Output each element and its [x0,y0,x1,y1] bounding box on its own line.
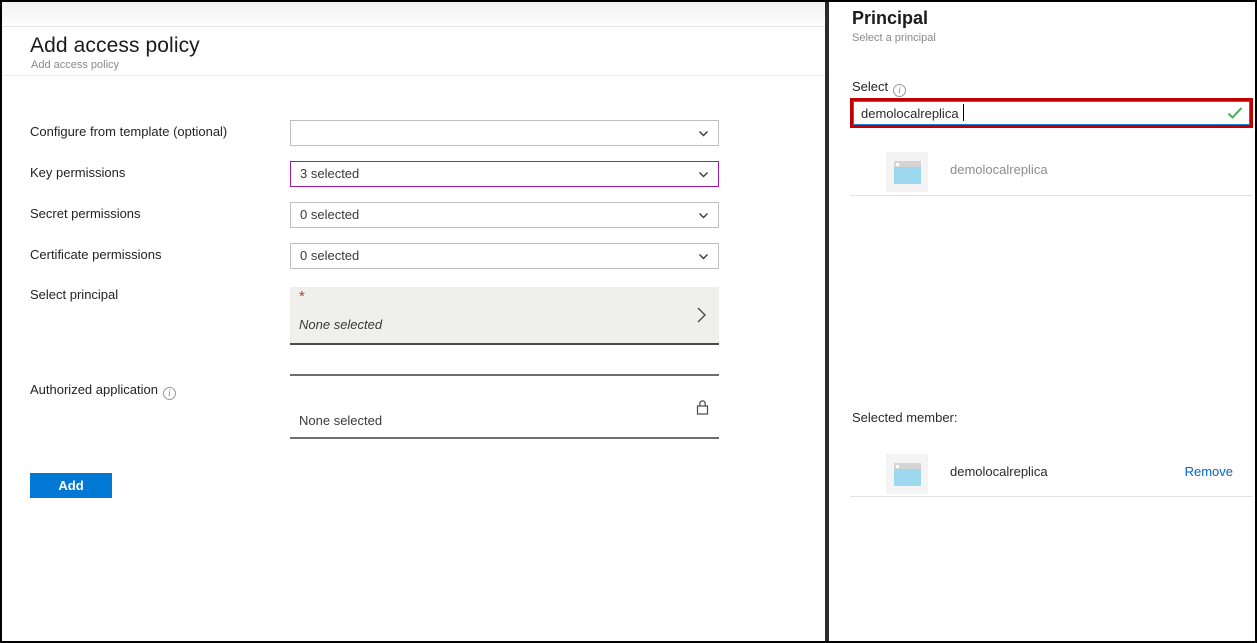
label-configure-template: Configure from template (optional) [30,124,228,139]
label-select-principal: Select principal [30,287,119,302]
divider [850,496,1253,497]
selected-member-label: Selected member: [852,410,958,425]
divider [850,195,1253,196]
add-access-policy-blade: Add access policy Add access policy Conf… [2,2,825,641]
info-icon[interactable]: i [162,387,176,400]
chevron-down-icon [698,128,709,139]
remove-member-link[interactable]: Remove [1185,464,1233,479]
search-result-name: demolocalreplica [950,162,1048,177]
dropdown-key-permissions-value: 3 selected [300,166,360,181]
chevron-down-icon [698,251,709,262]
principal-panel-title: Principal [852,8,929,28]
label-key-permissions: Key permissions [30,165,126,180]
lock-icon [696,400,709,415]
selected-member-name: demolocalreplica [950,464,1048,479]
dropdown-certificate-permissions[interactable]: 0 selected [290,243,719,269]
select-field-label: Select i [852,79,907,97]
principal-panel-subtitle: Select a principal [852,32,936,44]
add-button[interactable]: Add [30,473,112,498]
app-window-icon [886,454,928,494]
label-secret-permissions: Secret permissions [30,206,141,221]
label-certificate-permissions: Certificate permissions [30,247,162,262]
chevron-down-icon [698,210,709,221]
select-field-label-text: Select [852,79,889,94]
dropdown-secret-permissions-value: 0 selected [300,207,360,222]
dropdown-secret-permissions[interactable]: 0 selected [290,202,719,228]
label-authorized-application-text: Authorized application [30,382,158,397]
blade-header: Add access policy Add access policy [2,28,825,76]
chevron-down-icon [698,169,709,180]
principal-blade: Principal Select a principal Select i dem… [829,2,1255,641]
checkmark-icon [1227,106,1243,120]
dropdown-certificate-permissions-value: 0 selected [300,248,360,263]
text-cursor [963,104,964,121]
select-principal-picker[interactable]: * None selected [290,287,719,345]
authorized-application-value: None selected [299,413,383,428]
required-asterisk: * [299,288,305,305]
chevron-right-icon [695,306,708,324]
page-subtitle: Add access policy [31,59,120,71]
authorized-application-field: None selected [290,374,719,439]
select-principal-value: None selected [299,317,383,332]
label-authorized-application: Authorized application i [30,382,176,400]
search-input[interactable] [853,101,1250,125]
dropdown-key-permissions[interactable]: 3 selected [290,161,719,187]
screenshot-root: Add access policy Add access policy Conf… [0,0,1257,643]
search-result-item[interactable]: demolocalreplica [850,148,1253,196]
info-icon[interactable]: i [893,84,907,97]
blade-top-chrome [2,2,825,27]
page-title: Add access policy [30,34,200,57]
app-window-icon [886,152,928,192]
dropdown-configure-template[interactable] [290,120,719,146]
selected-member-item: demolocalreplica Remove [850,450,1253,498]
